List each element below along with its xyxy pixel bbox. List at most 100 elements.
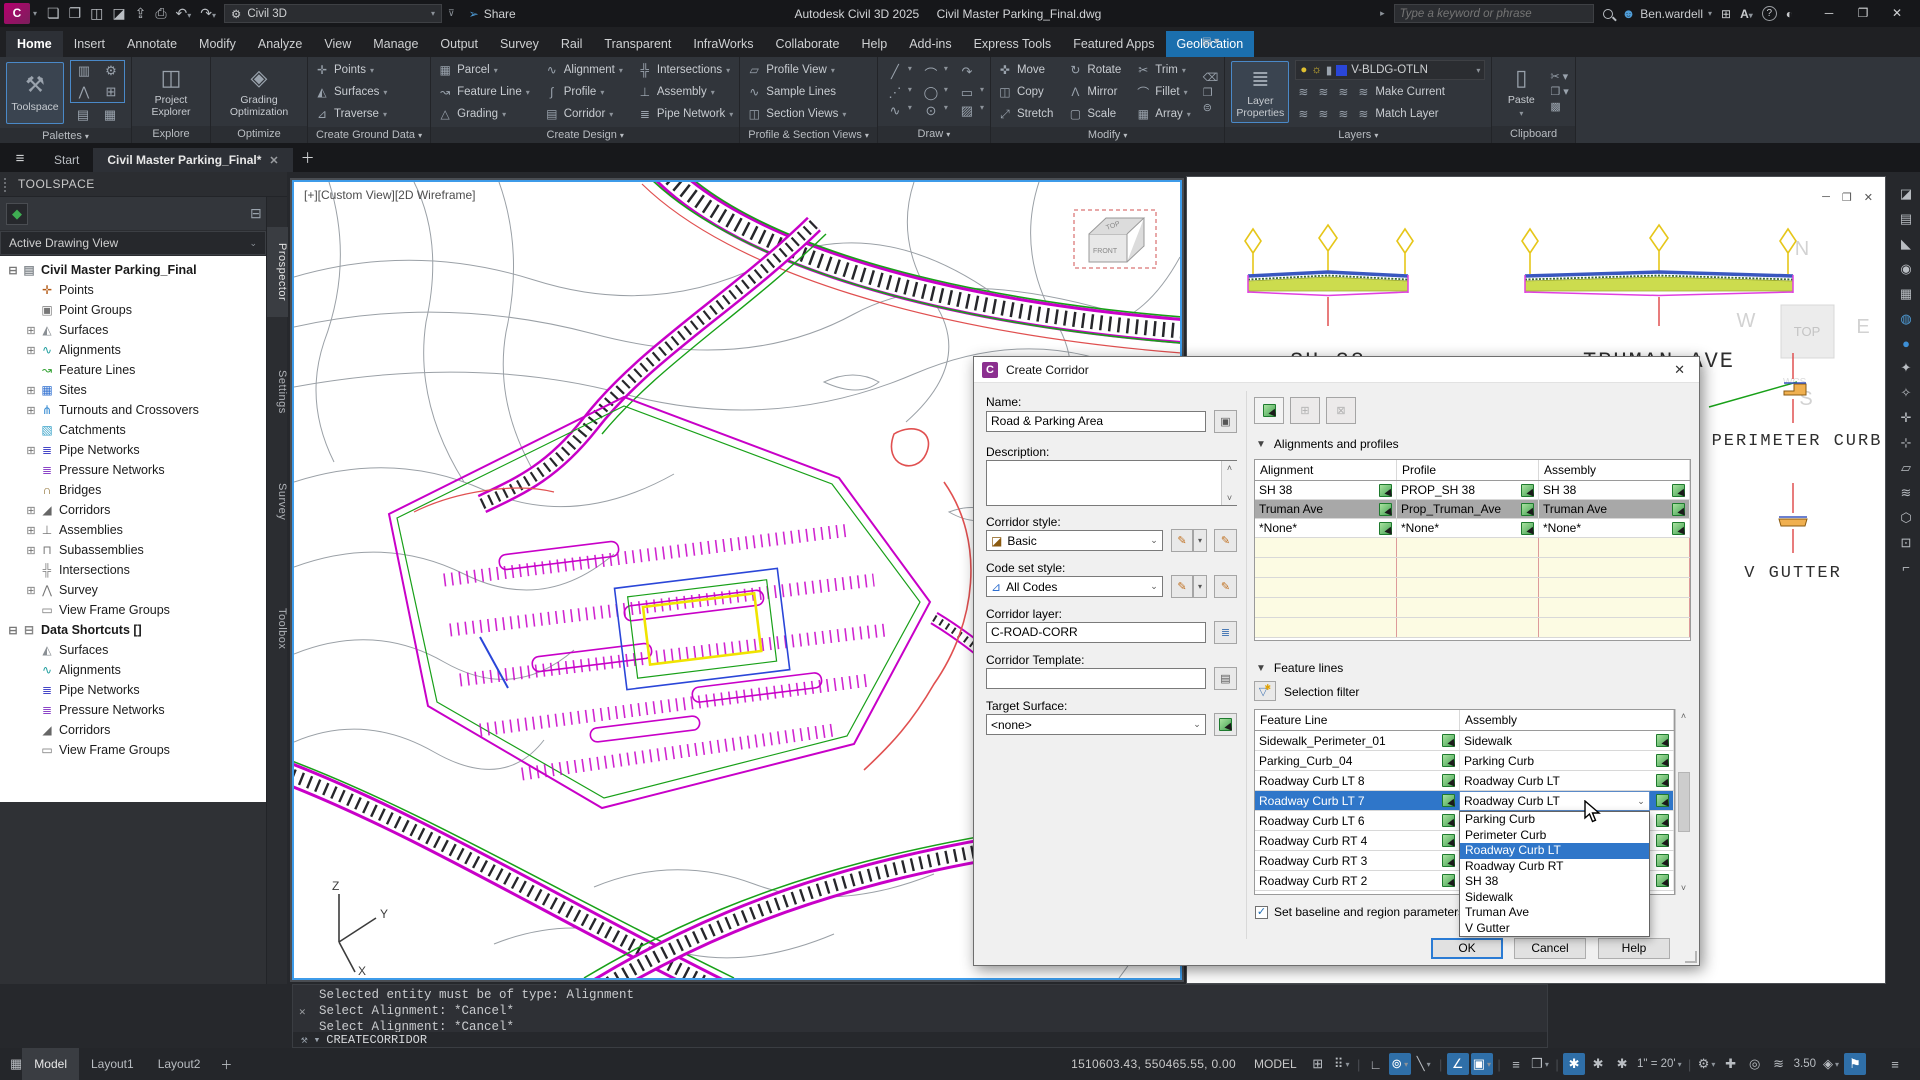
data-view-icon[interactable]: ▦ <box>97 105 123 125</box>
panel-label[interactable]: Profile & Section Views ▾ <box>740 127 877 144</box>
profile-pick-icon[interactable] <box>1521 522 1534 535</box>
dropdown-option[interactable]: Sidewalk <box>1460 890 1649 906</box>
status-toggle-icon[interactable]: ▣ <box>1471 1053 1493 1075</box>
project-explorer-button[interactable]: ◫ Project Explorer <box>138 61 204 123</box>
tool-icon[interactable]: ⬡ <box>1900 510 1911 526</box>
status-toggle-icon[interactable]: ✱ <box>1563 1053 1585 1075</box>
make-current-button[interactable]: ≋≋≋≋ Make Current <box>1295 82 1485 102</box>
tree-expander-icon[interactable]: ⊞ <box>24 344 38 357</box>
toolbox-palette-icon[interactable]: ⊞ <box>98 82 124 102</box>
ribbon-tab[interactable]: Manage <box>362 31 429 57</box>
save-as-icon[interactable]: ◪ <box>112 5 125 22</box>
model-space-toggle[interactable]: MODEL <box>1254 1057 1297 1071</box>
command-close-icon[interactable]: ✕ <box>299 1005 306 1019</box>
ribbon-button[interactable]: △ Grading ▾ <box>437 104 530 124</box>
side-tab-survey[interactable]: Survey <box>267 472 288 532</box>
side-tab-settings[interactable]: Settings <box>267 357 288 427</box>
ribbon-button[interactable]: ▤ Corridor ▾ <box>544 104 623 124</box>
match-properties-icon[interactable]: ▩ <box>1550 100 1568 113</box>
recent-commands-icon[interactable]: ▾ <box>314 1033 321 1047</box>
tree-item[interactable]: ⊟ ▤ Civil Master Parking_Final <box>0 260 266 280</box>
ribbon-tab[interactable]: Modify <box>188 31 247 57</box>
ribbon-tab[interactable]: Output <box>429 31 489 57</box>
tree-expander-icon[interactable]: ⊞ <box>24 544 38 557</box>
erase-icon[interactable]: ⌫ <box>1203 71 1219 84</box>
alignment-pick-icon[interactable] <box>1379 522 1392 535</box>
corridor-template-input[interactable] <box>986 668 1206 689</box>
tree-item[interactable]: ▭ View Frame Groups <box>0 600 266 620</box>
assembly-pick-icon[interactable] <box>1656 774 1669 787</box>
tab-start[interactable]: Start <box>40 148 93 172</box>
command-prompt[interactable]: ⚒ ▾ CREATECORRIDOR <box>293 1032 1547 1047</box>
status-toggle-icon[interactable]: ✚ <box>1720 1053 1742 1075</box>
revision-cloud-icon[interactable]: ↷ <box>956 64 978 83</box>
circle-tool-icon[interactable]: ◯ <box>920 85 942 101</box>
profile-pick-icon[interactable] <box>1521 503 1534 516</box>
ribbon-tab[interactable]: View <box>313 31 362 57</box>
tool-icon[interactable]: ⊹ <box>1901 435 1912 451</box>
status-toggle-icon[interactable]: ⚙ <box>1696 1053 1718 1075</box>
status-toggle-icon[interactable]: ◎ <box>1744 1053 1766 1075</box>
settings-palette-icon[interactable]: ⚙ <box>98 61 124 81</box>
panel-label[interactable]: Clipboard <box>1492 126 1574 143</box>
surface-picker-button[interactable] <box>1214 713 1237 736</box>
dropdown-option[interactable]: Truman Ave <box>1460 905 1649 921</box>
tree-item[interactable]: ▭ View Frame Groups <box>0 740 266 760</box>
tool-icon[interactable]: ◉ <box>1900 261 1911 277</box>
assembly-pick-icon[interactable] <box>1672 484 1685 497</box>
rectangle-tool-icon[interactable]: ▭ <box>956 85 978 101</box>
command-line-window[interactable]: ✕ Selected entity must be of type: Align… <box>292 984 1548 1048</box>
description-scrollbar[interactable]: ˄˅ <box>1221 461 1237 505</box>
tree-item[interactable]: ≣ Pressure Networks <box>0 700 266 720</box>
toolspace-button[interactable]: ⚒ Toolspace <box>6 62 64 124</box>
ribbon-button[interactable]: ✂ Trim ▾ <box>1135 60 1191 80</box>
cancel-button[interactable]: Cancel <box>1514 938 1586 959</box>
tool-icon[interactable]: ▱ <box>1901 460 1911 476</box>
codeset-edit-button[interactable]: ✎ <box>1171 575 1193 598</box>
name-template-button[interactable]: ▣ <box>1214 410 1237 433</box>
ribbon-tab[interactable]: Express Tools <box>963 31 1063 57</box>
panel-label[interactable]: Layers ▾ <box>1225 127 1491 144</box>
ribbon-button[interactable]: ∿ Alignment ▾ <box>544 60 623 80</box>
close-button[interactable]: ✕ <box>1880 0 1914 27</box>
status-toggle-icon[interactable]: | <box>1355 1053 1363 1075</box>
ribbon-tab[interactable]: Annotate <box>116 31 188 57</box>
publish-icon[interactable]: ⇪ <box>135 5 147 22</box>
tree-item[interactable]: ⊞ ◭ Surfaces <box>0 320 266 340</box>
tree-item[interactable]: ≣ Pipe Networks <box>0 680 266 700</box>
status-toggle-icon[interactable]: 1" = 20' <box>1635 1053 1684 1075</box>
infocenter-collapse-icon[interactable]: ▸ <box>1380 8 1385 19</box>
status-toggle-icon[interactable]: ❒ <box>1529 1053 1551 1075</box>
ribbon-button[interactable]: ✜ Move <box>997 60 1057 80</box>
status-toggle-icon[interactable]: ✱ <box>1611 1053 1633 1075</box>
tree-item[interactable]: ⊞ ⋔ Turnouts and Crossovers <box>0 400 266 420</box>
assembly-pick-icon[interactable] <box>1656 814 1669 827</box>
dropdown-option[interactable]: V Gutter <box>1460 921 1649 937</box>
panel-label[interactable]: Modify ▾ <box>991 127 1224 144</box>
tree-item[interactable]: ▧ Catchments <box>0 420 266 440</box>
alignment-row[interactable]: *None* *None* *None* <box>1255 519 1690 538</box>
ribbon-button[interactable]: ▢ Scale <box>1067 104 1125 124</box>
cut-icon[interactable]: ✂ ▾ <box>1550 70 1568 83</box>
tool-icon[interactable]: ◍ <box>1900 311 1911 327</box>
tool-icon[interactable]: ⊡ <box>1901 535 1912 551</box>
layer-dropdown[interactable]: ● ☼ ▮ V-BLDG-OTLN ▾ <box>1295 60 1485 80</box>
open-file-icon[interactable]: ❐ <box>69 5 82 22</box>
help-menu-icon[interactable]: ? <box>1762 6 1777 21</box>
hamburger-menu-icon[interactable]: ≡ <box>0 146 40 172</box>
search-box[interactable] <box>1394 4 1594 23</box>
ribbon-button[interactable]: ✛ Points ▾ <box>314 60 387 80</box>
tree-item[interactable]: ⊞ ⊓ Subassemblies <box>0 540 266 560</box>
customize-wrench-icon[interactable]: ⚒ <box>301 1033 308 1047</box>
ribbon-button[interactable]: ⤢ Stretch <box>997 104 1057 124</box>
feature-table-scrollbar[interactable]: ˄˅ <box>1675 709 1691 895</box>
codeset-preview-button[interactable]: ✎ <box>1214 575 1237 598</box>
tree-item[interactable]: ⊞ ∿ Alignments <box>0 340 266 360</box>
status-toggle-icon[interactable]: ⚑ <box>1844 1053 1866 1075</box>
tool-icon[interactable]: ▤ <box>1900 211 1912 227</box>
redo-icon[interactable]: ↷▾ <box>200 5 216 22</box>
account-menu[interactable]: ☻ Ben.wardell ▾ <box>1622 6 1712 21</box>
layout-tab[interactable]: Layout2 <box>146 1048 213 1080</box>
assembly-pick-icon[interactable] <box>1672 503 1685 516</box>
assembly-pick-icon[interactable] <box>1656 734 1669 747</box>
